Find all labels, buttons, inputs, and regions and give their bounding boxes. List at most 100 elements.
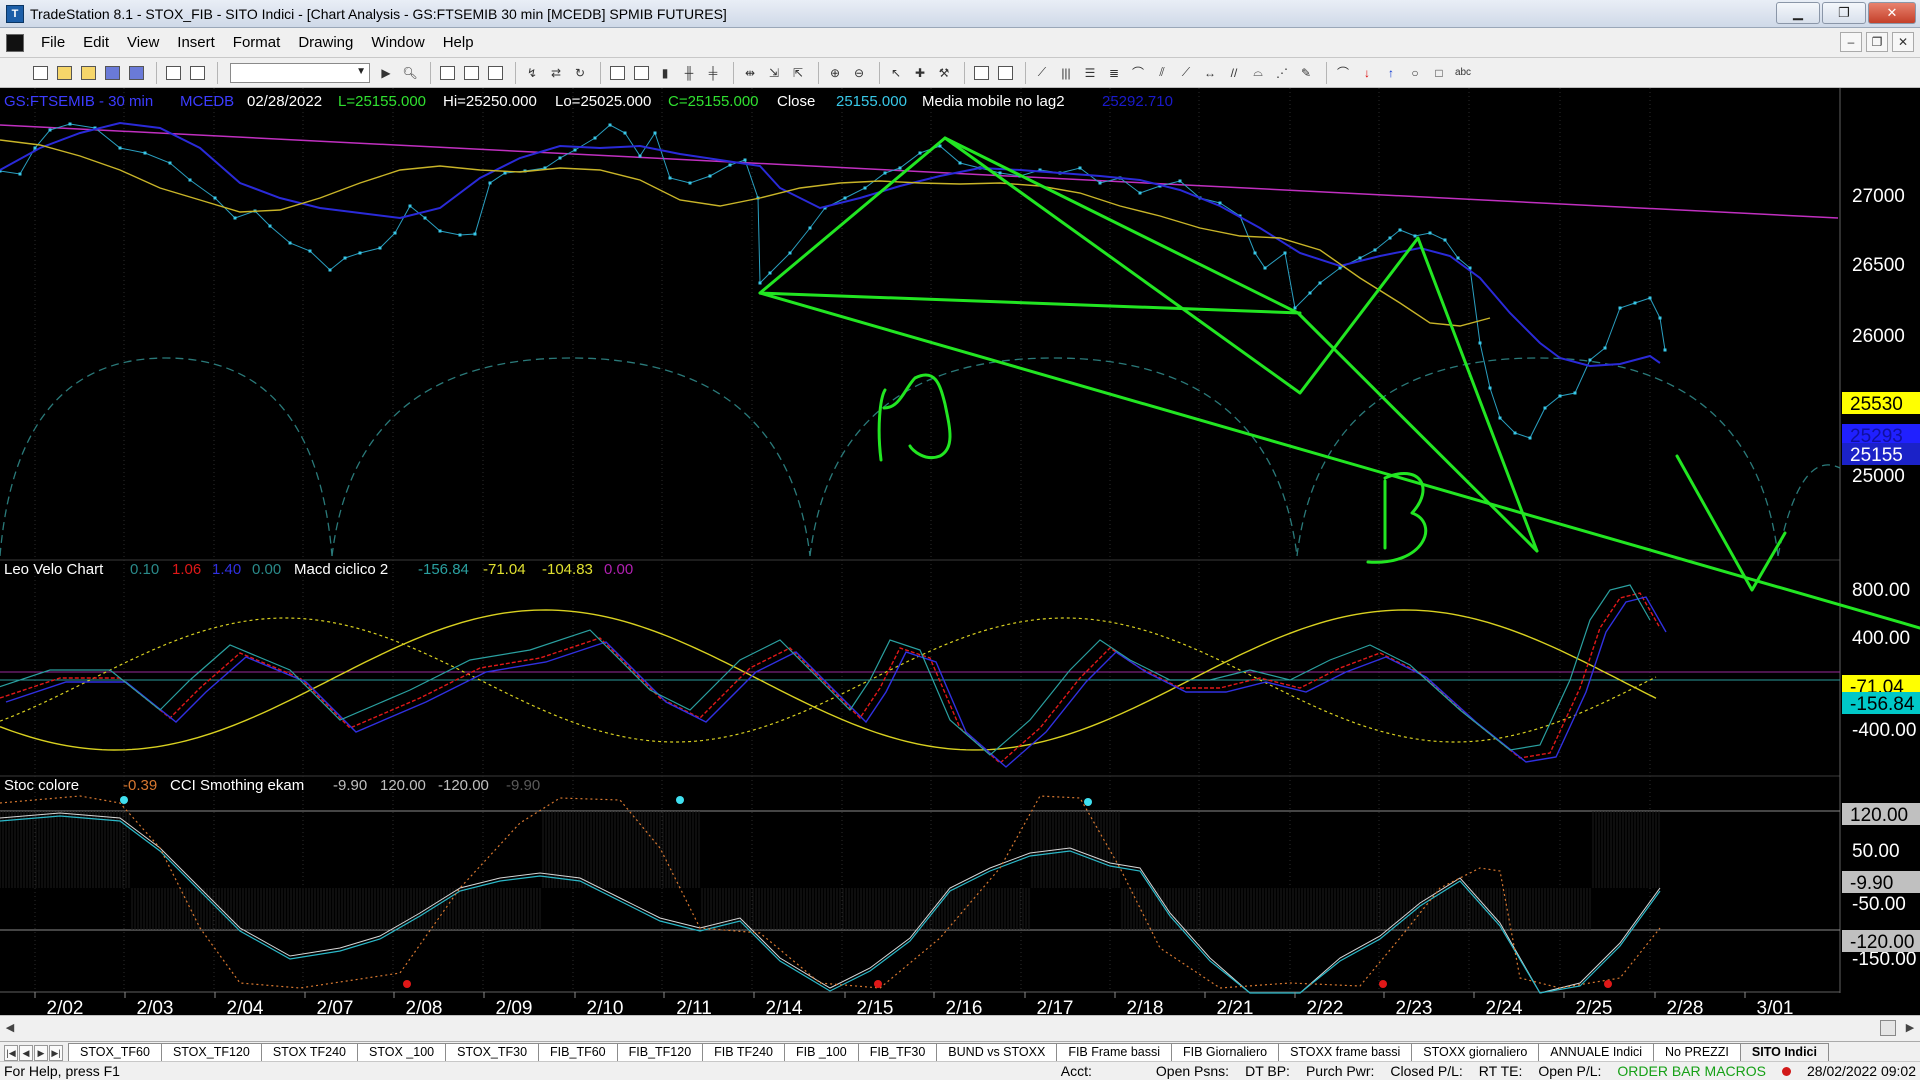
parallel-lines-icon[interactable]: //	[1224, 63, 1244, 83]
menu-insert[interactable]: Insert	[168, 34, 224, 51]
tab-fib-giornaliero[interactable]: FIB Giornaliero	[1171, 1043, 1280, 1061]
menu-window[interactable]: Window	[362, 34, 433, 51]
radar-icon[interactable]	[461, 63, 481, 83]
snapshot-icon[interactable]	[995, 63, 1015, 83]
tab-stox-tf60[interactable]: STOX_TF60	[68, 1043, 162, 1061]
save-icon[interactable]	[102, 63, 122, 83]
arrow-down-icon[interactable]: ↓	[1357, 63, 1377, 83]
tab-fib-tf240[interactable]: FIB TF240	[702, 1043, 785, 1061]
tab-first-icon[interactable]: |◀	[4, 1045, 18, 1061]
grid-icon[interactable]	[437, 63, 457, 83]
arrow-up-icon[interactable]: ↑	[1381, 63, 1401, 83]
bar-chart-icon[interactable]	[631, 63, 651, 83]
fibonacci-icon[interactable]: ≣	[1104, 63, 1124, 83]
text-icon[interactable]: abc	[1453, 63, 1473, 83]
tab-prev-icon[interactable]: ◀	[19, 1045, 33, 1061]
tab-stox-tf30[interactable]: STOX_TF30	[445, 1043, 540, 1061]
tab-stoxx-giornaliero[interactable]: STOXX giornaliero	[1411, 1043, 1540, 1061]
horizontal-scrollbar[interactable]: ◀ ▶	[0, 1015, 1920, 1041]
tab-fib-tf120[interactable]: FIB_TF120	[616, 1043, 704, 1061]
minimize-button[interactable]: ▁	[1776, 2, 1820, 24]
order-bar-macros[interactable]: ORDER BAR MACROS	[1617, 1063, 1766, 1079]
symbol-lookup-icon[interactable]: 🔍︎	[400, 63, 420, 83]
price-dot	[593, 136, 597, 140]
mdi-restore-button[interactable]: ❐	[1866, 32, 1888, 52]
gann-icon[interactable]: ⌓	[1248, 63, 1268, 83]
horizontal-arrow-icon[interactable]: ↔	[1200, 63, 1220, 83]
vertical-lines-icon[interactable]: |||	[1056, 63, 1076, 83]
new-icon[interactable]	[30, 63, 50, 83]
candlestick-icon[interactable]: ▮	[655, 63, 675, 83]
menu-view[interactable]: View	[118, 34, 168, 51]
tab-last-icon[interactable]: ▶|	[49, 1045, 63, 1061]
scroll-right-icon[interactable]: ▶	[1902, 1020, 1918, 1036]
scroll-left-icon[interactable]: ◀	[2, 1020, 18, 1036]
date-scale[interactable]: 2/02 2/03 2/04 2/07 2/08 2/09 2/10 2/11 2/14 2/15…	[34, 992, 1793, 1015]
menu-help[interactable]: Help	[434, 34, 483, 51]
tab-fib-tf60[interactable]: FIB_TF60	[538, 1043, 618, 1061]
mdi-close-button[interactable]: ✕	[1892, 32, 1914, 52]
line-icon[interactable]: ╪	[703, 63, 723, 83]
crosshair-icon[interactable]: ✚	[910, 63, 930, 83]
open-workspace-icon[interactable]	[78, 63, 98, 83]
rectangle-icon[interactable]: □	[1429, 63, 1449, 83]
tab-stox-tf120[interactable]: STOX_TF120	[160, 1043, 262, 1061]
compress-icon[interactable]: ⇱	[788, 63, 808, 83]
data-window-icon[interactable]	[971, 63, 991, 83]
menu-drawing[interactable]: Drawing	[289, 34, 362, 51]
tab-stox-tf240[interactable]: STOX TF240	[260, 1043, 359, 1061]
tab-annuale-indici[interactable]: ANNUALE Indici	[1538, 1043, 1654, 1061]
horizontal-lines-icon[interactable]: ☰	[1080, 63, 1100, 83]
speed-lines-icon[interactable]: ⟋	[1176, 63, 1196, 83]
zoom-in-icon[interactable]: ⊕	[825, 63, 845, 83]
arc-icon[interactable]: ⌒	[1128, 63, 1148, 83]
price-dot	[623, 131, 627, 135]
tab-fib-frame-bassi[interactable]: FIB Frame bassi	[1056, 1043, 1172, 1061]
price-dot	[1388, 236, 1392, 240]
matrix-icon[interactable]	[485, 63, 505, 83]
curve-icon[interactable]: ⌒	[1333, 63, 1353, 83]
scroll-thumb[interactable]	[1880, 1020, 1896, 1036]
expand-icon[interactable]: ⇲	[764, 63, 784, 83]
tab-stoxx-frame-bassi[interactable]: STOXX frame bassi	[1278, 1043, 1413, 1061]
open-icon[interactable]	[54, 63, 74, 83]
price-dot	[1573, 391, 1577, 395]
chart-canvas[interactable]: GS:FTSEMIB - 30 min MCEDB 02/28/2022 L=2…	[0, 88, 1920, 1015]
chart-window-icon[interactable]	[6, 33, 24, 52]
ohlc-icon[interactable]: ╫	[679, 63, 699, 83]
print-preview-icon[interactable]	[187, 63, 207, 83]
tab-sito-indici[interactable]: SITO Indici	[1739, 1043, 1829, 1061]
tab-next-icon[interactable]: ▶	[34, 1045, 48, 1061]
save-all-icon[interactable]	[126, 63, 146, 83]
menu-file[interactable]: File	[32, 34, 74, 51]
pen-icon[interactable]: ✎	[1296, 63, 1316, 83]
chart-type-icon[interactable]	[607, 63, 627, 83]
channel-icon[interactable]: ⫽	[1152, 63, 1172, 83]
zoom-out-icon[interactable]: ⊖	[849, 63, 869, 83]
scale-icon[interactable]: ⇹	[740, 63, 760, 83]
tab-stox-100[interactable]: STOX _100	[357, 1043, 447, 1061]
menu-format[interactable]: Format	[224, 34, 290, 51]
refresh-icon[interactable]: ↻	[570, 63, 590, 83]
insert-analysis-icon[interactable]: ↯	[522, 63, 542, 83]
insert-strategy-icon[interactable]: ⇄	[546, 63, 566, 83]
maximize-button[interactable]: ❐	[1822, 2, 1866, 24]
ellipse-icon[interactable]: ○	[1405, 63, 1425, 83]
price-scale[interactable]: 27000265002600025000255302529325155800.0…	[1842, 186, 1920, 970]
chart-analysis-window[interactable]: GS:FTSEMIB - 30 min MCEDB 02/28/2022 L=2…	[0, 88, 1920, 1026]
close-button[interactable]: ✕	[1868, 2, 1916, 24]
symbol-combo[interactable]	[230, 62, 370, 83]
go-arrow-icon[interactable]: ▶	[376, 63, 396, 83]
tab-bund-vs-stoxx[interactable]: BUND vs STOXX	[936, 1043, 1058, 1061]
tools-icon[interactable]: ⚒	[934, 63, 954, 83]
menu-edit[interactable]: Edit	[74, 34, 118, 51]
print-icon[interactable]	[163, 63, 183, 83]
tab-fib-100[interactable]: FIB _100	[783, 1043, 859, 1061]
trendline-icon[interactable]: ⟋	[1032, 63, 1052, 83]
tab-no-prezzi[interactable]: No PREZZI	[1653, 1043, 1741, 1061]
regression-icon[interactable]: ⋰	[1272, 63, 1292, 83]
mdi-minimize-button[interactable]: –	[1840, 32, 1862, 52]
price-dot	[1528, 436, 1532, 440]
tab-fib-tf30[interactable]: FIB_TF30	[857, 1043, 938, 1061]
pointer-icon[interactable]: ↖	[886, 63, 906, 83]
